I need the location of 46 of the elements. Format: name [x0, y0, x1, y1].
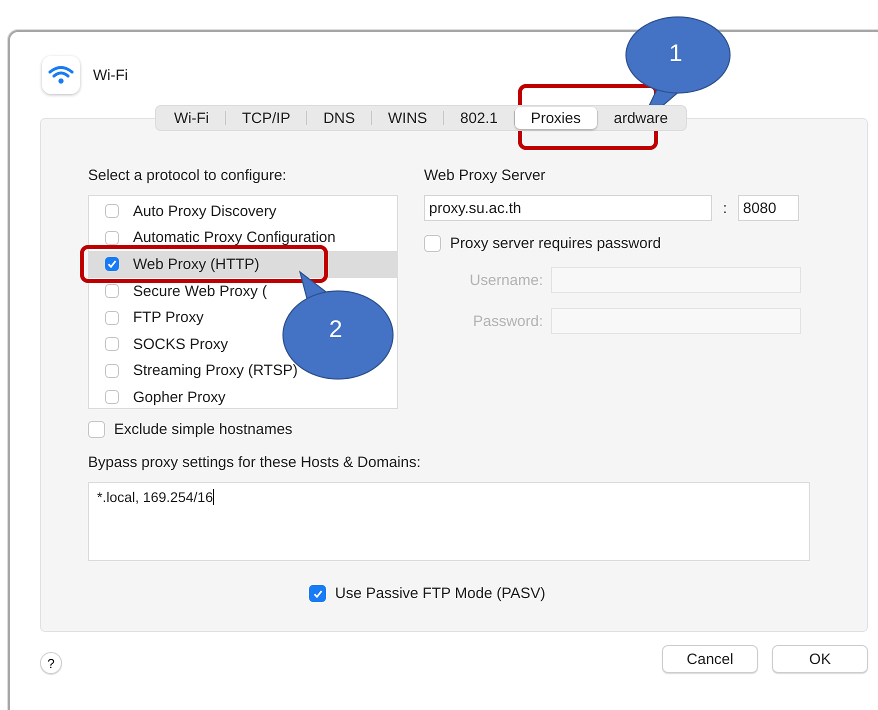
- checkmark-icon: [107, 259, 117, 270]
- checkbox[interactable]: [424, 235, 441, 252]
- checkbox[interactable]: [105, 390, 119, 404]
- callout-number: 1: [669, 40, 682, 68]
- bypass-field[interactable]: *.local, 169.254/16: [88, 482, 810, 561]
- callout-number: 2: [329, 316, 342, 344]
- checkbox-label: Proxy server requires password: [450, 235, 661, 252]
- wifi-icon: [42, 56, 80, 94]
- port-separator: :: [722, 200, 728, 216]
- checkbox[interactable]: [309, 585, 326, 602]
- password-label: Password:: [472, 312, 544, 330]
- checkbox[interactable]: [105, 204, 119, 218]
- protocol-name[interactable]: Streaming Proxy (RTSP): [133, 362, 298, 380]
- help-button[interactable]: ?: [40, 652, 62, 674]
- bypass-label: Bypass proxy settings for these Hosts & Domains:: [88, 454, 422, 471]
- window-title: Wi-Fi: [93, 66, 128, 84]
- port-field[interactable]: 8080: [738, 195, 799, 221]
- server-label: Web Proxy Server: [424, 167, 546, 184]
- checkbox[interactable]: [105, 310, 119, 325]
- protocol-name[interactable]: Gopher Proxy: [133, 388, 226, 406]
- protocol-name[interactable]: Auto Proxy Discovery: [133, 202, 276, 220]
- checkbox-label: Exclude simple hostnames: [114, 421, 292, 438]
- username-label: Username:: [468, 272, 544, 288]
- tab[interactable]: WINS: [372, 107, 444, 129]
- tab[interactable]: TCP/IP: [226, 107, 306, 129]
- checkmark-icon: [312, 588, 322, 598]
- dialog-button[interactable]: OK: [772, 645, 868, 673]
- checkbox[interactable]: [105, 364, 119, 378]
- protocol-name[interactable]: SOCKS Proxy: [133, 336, 228, 353]
- tab[interactable]: DNS: [307, 107, 371, 129]
- protocol-name[interactable]: FTP Proxy: [133, 309, 204, 326]
- dialog-button[interactable]: Cancel: [662, 645, 758, 673]
- checkbox[interactable]: [105, 257, 119, 272]
- tab[interactable]: ardware: [598, 107, 684, 129]
- checkbox[interactable]: [105, 284, 119, 298]
- checkbox[interactable]: [105, 337, 119, 352]
- protocol-name[interactable]: Automatic Proxy Configuration: [133, 229, 336, 246]
- tab[interactable]: 802.1: [444, 107, 514, 129]
- tab[interactable]: Proxies: [514, 107, 597, 129]
- protocol-label: Select a protocol to configure:: [88, 167, 288, 184]
- tab[interactable]: Wi-Fi: [158, 107, 225, 129]
- host-field[interactable]: proxy.su.ac.th: [424, 195, 712, 221]
- protocol-name[interactable]: Secure Web Proxy (: [133, 282, 267, 300]
- checkbox[interactable]: [88, 421, 105, 438]
- checkbox-label: Use Passive FTP Mode (PASV): [335, 585, 546, 602]
- checkbox[interactable]: [105, 230, 119, 245]
